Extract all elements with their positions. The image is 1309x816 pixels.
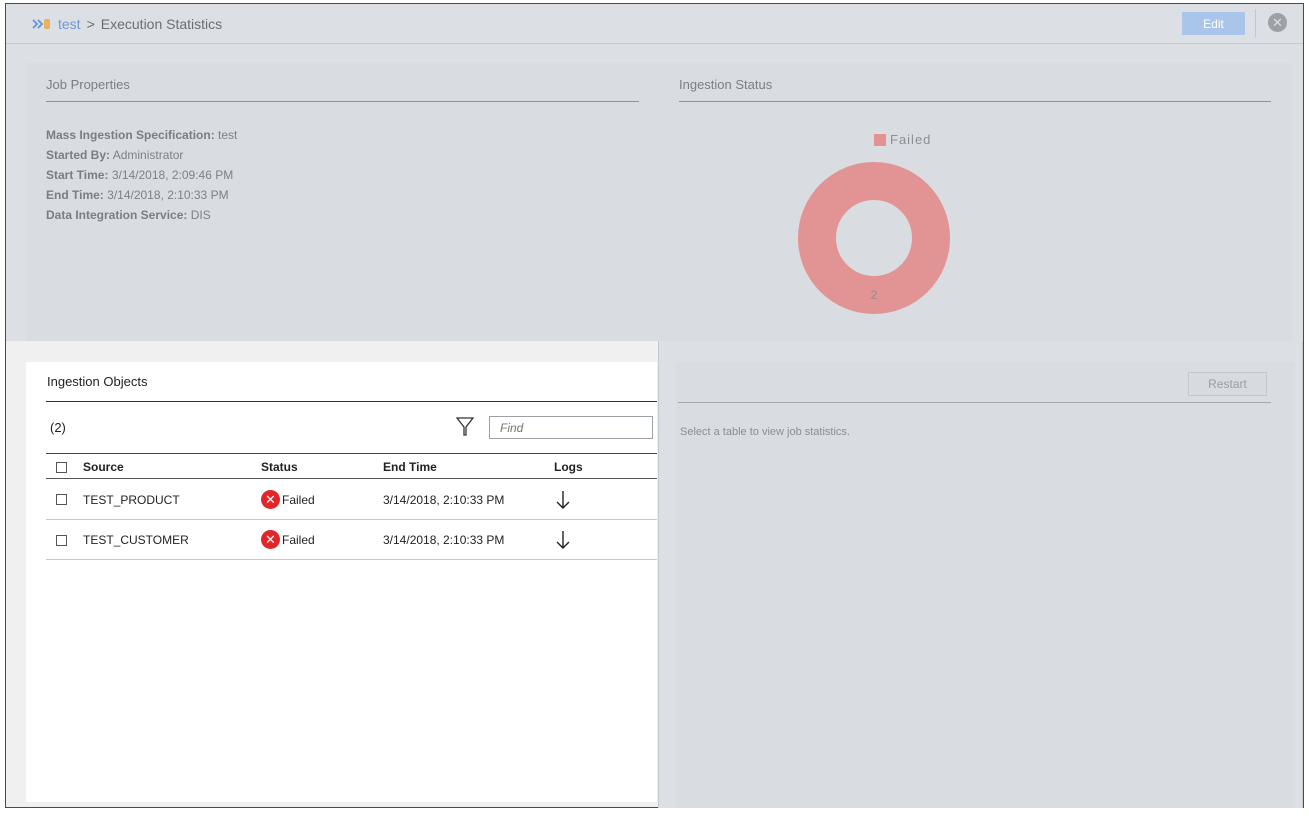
property-row: Mass Ingestion Specification: test	[46, 125, 237, 145]
ingestion-status-title: Ingestion Status	[679, 77, 773, 92]
job-properties-list: Mass Ingestion Specification: test Start…	[46, 125, 237, 225]
failed-icon: ✕	[261, 490, 280, 509]
download-log-icon[interactable]	[556, 489, 570, 511]
header-bar: test > Execution Statistics	[6, 4, 1303, 44]
status-text: Failed	[282, 532, 315, 547]
objects-count: (2)	[50, 420, 66, 435]
property-value: 3/14/2018, 2:09:46 PM	[111, 168, 234, 182]
find-input[interactable]	[489, 416, 653, 439]
legend-label-failed: Failed	[890, 132, 932, 147]
status-text: Failed	[282, 492, 315, 507]
status-badge: ✕ Failed	[261, 530, 315, 549]
restart-button[interactable]: Restart	[1188, 372, 1267, 396]
legend-swatch-failed	[874, 133, 886, 146]
property-label: Started By:	[46, 148, 111, 162]
empty-state-message: Select a table to view job statistics.	[680, 426, 850, 438]
property-value: DIS	[190, 208, 211, 222]
end-time-cell: 3/14/2018, 2:10:33 PM	[383, 533, 505, 547]
job-properties-title: Job Properties	[46, 77, 130, 92]
select-all-checkbox[interactable]	[56, 462, 67, 473]
end-time-cell: 3/14/2018, 2:10:33 PM	[383, 493, 505, 507]
page-title: Execution Statistics	[100, 16, 223, 32]
property-value: test	[218, 128, 238, 142]
table-header-border	[46, 478, 657, 479]
status-badge: ✕ Failed	[261, 490, 315, 509]
column-header-source[interactable]: Source	[83, 460, 124, 474]
header-divider	[1255, 9, 1256, 37]
property-label: End Time:	[46, 188, 104, 202]
property-value: 3/14/2018, 2:10:33 PM	[107, 188, 229, 202]
property-row: End Time: 3/14/2018, 2:10:33 PM	[46, 185, 237, 205]
column-header-status[interactable]: Status	[261, 460, 298, 474]
download-log-icon[interactable]	[556, 529, 570, 551]
close-icon[interactable]: ✕	[1268, 13, 1287, 32]
failed-icon: ✕	[261, 530, 280, 549]
property-row: Data Integration Service: DIS	[46, 205, 237, 225]
property-label: Start Time:	[46, 168, 109, 182]
ingestion-objects-title: Ingestion Objects	[47, 374, 148, 389]
ingestion-objects-divider	[46, 401, 657, 402]
row-divider	[46, 559, 657, 560]
details-divider	[678, 402, 1271, 403]
row-checkbox[interactable]	[56, 535, 67, 546]
row-checkbox[interactable]	[56, 494, 67, 505]
property-label: Mass Ingestion Specification:	[46, 128, 215, 142]
breadcrumb-link-test[interactable]: test	[58, 16, 81, 32]
donut-slice-label: 2	[871, 288, 878, 302]
breadcrumb: test > Execution Statistics	[32, 16, 222, 32]
property-row: Started By: Administrator	[46, 145, 237, 165]
chart-legend: Failed	[874, 132, 931, 147]
source-cell[interactable]: TEST_CUSTOMER	[83, 533, 189, 547]
column-header-end-time[interactable]: End Time	[383, 460, 437, 474]
job-properties-divider	[46, 101, 639, 102]
table-top-border	[46, 453, 657, 454]
column-header-logs[interactable]: Logs	[554, 460, 583, 474]
mass-ingestion-icon	[32, 19, 50, 29]
property-row: Start Time: 3/14/2018, 2:09:46 PM	[46, 165, 237, 185]
ingestion-status-divider	[679, 101, 1271, 102]
donut-slice-failed[interactable]	[798, 162, 950, 314]
edit-button[interactable]: Edit	[1182, 12, 1245, 35]
property-label: Data Integration Service:	[46, 208, 188, 222]
property-value: Administrator	[112, 148, 184, 162]
row-divider	[46, 519, 657, 520]
filter-icon[interactable]	[455, 416, 475, 438]
ingestion-status-donut-chart: 2	[798, 162, 950, 314]
source-cell[interactable]: TEST_PRODUCT	[83, 493, 180, 507]
job-statistics-panel	[658, 341, 1303, 808]
breadcrumb-separator: >	[86, 16, 95, 32]
